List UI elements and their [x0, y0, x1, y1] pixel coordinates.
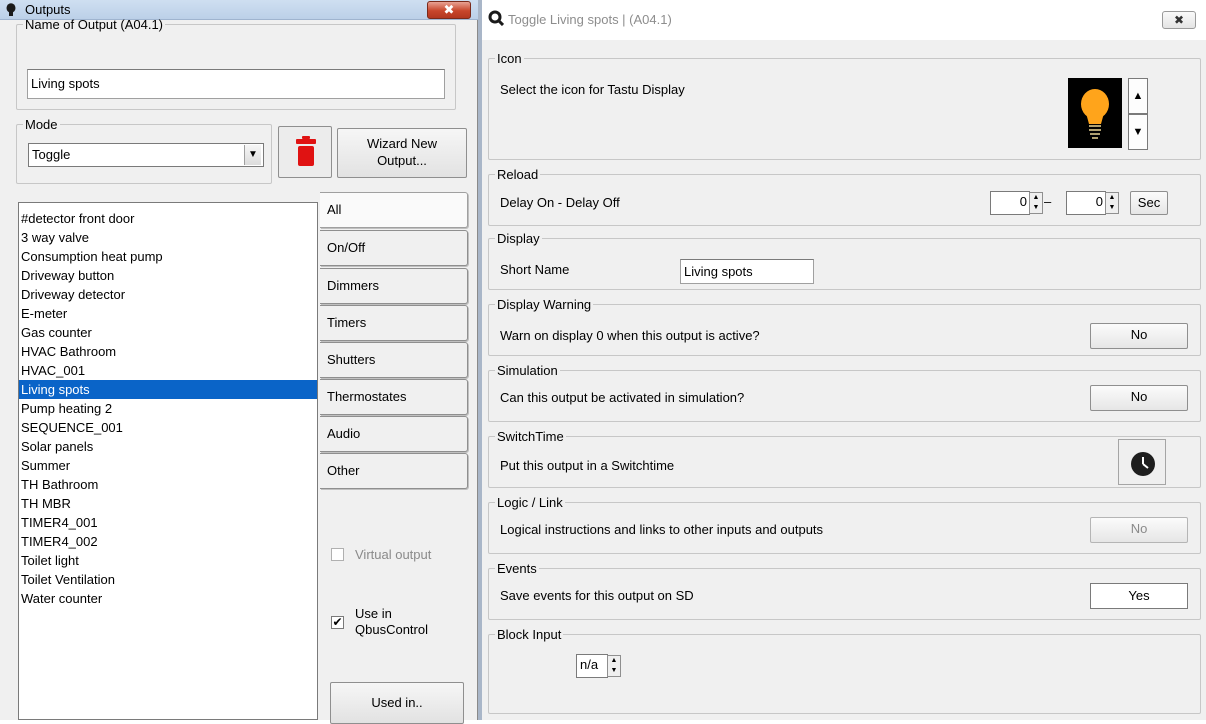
detail-close-button[interactable]: ✖: [1162, 11, 1196, 29]
tab-dimmers[interactable]: Dimmers: [320, 268, 468, 304]
delay-unit-button[interactable]: Sec: [1130, 191, 1168, 215]
list-item[interactable]: TIMER4_002: [19, 532, 317, 551]
chevron-down-icon[interactable]: ▼: [244, 145, 261, 165]
delay-off-input[interactable]: 0: [1066, 191, 1106, 215]
outputs-window: Outputs ✖ Name of Output (A04.1) Living …: [0, 0, 478, 724]
list-item[interactable]: Summer: [19, 456, 317, 475]
tab-audio[interactable]: Audio: [320, 416, 468, 452]
use-in-line2: QbusControl: [355, 622, 428, 637]
use-in-line1: Use in: [355, 606, 392, 621]
simulation-legend: Simulation: [497, 363, 558, 378]
display-warning-legend: Display Warning: [497, 297, 592, 312]
switchtime-description: Put this output in a Switchtime: [500, 458, 675, 473]
tab-other[interactable]: Other: [320, 453, 468, 489]
lightbulb-icon: [6, 3, 16, 20]
list-item[interactable]: SEQUENCE_001: [19, 418, 317, 437]
use-in-qbuscontrol-checkbox[interactable]: ✔: [331, 616, 344, 629]
list-item[interactable]: TIMER4_001: [19, 513, 317, 532]
list-item[interactable]: Driveway button: [19, 266, 317, 285]
list-item[interactable]: E-meter: [19, 304, 317, 323]
list-item[interactable]: Living spots: [19, 380, 317, 399]
trash-icon: [296, 136, 316, 169]
detail-titlebar: Toggle Living spots | (A04.1) ✖: [482, 0, 1206, 40]
virtual-output-label: Virtual output: [355, 547, 432, 562]
list-item[interactable]: Pump heating 2: [19, 399, 317, 418]
list-item[interactable]: Solar panels: [19, 437, 317, 456]
reload-description: Delay On - Delay Off: [500, 195, 620, 210]
delay-on-spinner[interactable]: ▲ ▼: [1029, 192, 1043, 214]
list-item[interactable]: 3 way valve: [19, 228, 317, 247]
list-item[interactable]: Toilet light: [19, 551, 317, 570]
switchtime-legend: SwitchTime: [497, 429, 564, 444]
list-item[interactable]: Driveway detector: [19, 285, 317, 304]
mode-select[interactable]: Toggle ▼: [28, 143, 264, 167]
outputs-list[interactable]: #detector front door 3 way valve Consumpti…: [18, 202, 318, 720]
wizard-label-line2: Output...: [377, 153, 427, 168]
use-in-qbuscontrol-label: Use in QbusControl: [355, 606, 428, 638]
list-item[interactable]: Consumption heat pump: [19, 247, 317, 266]
output-detail-window: Toggle Living spots | (A04.1) ✖ Icon Sel…: [478, 0, 1206, 720]
tab-all[interactable]: All: [320, 192, 468, 228]
list-item[interactable]: #detector front door: [19, 209, 317, 228]
list-item[interactable]: Water counter: [19, 589, 317, 608]
display-section: Display: [488, 232, 1201, 290]
logic-link-button[interactable]: No: [1090, 517, 1188, 543]
used-in-button[interactable]: Used in..: [330, 682, 464, 724]
tab-on-off[interactable]: On/Off: [320, 230, 468, 266]
icon-description: Select the icon for Tastu Display: [500, 82, 685, 97]
tab-timers[interactable]: Timers: [320, 305, 468, 341]
lightbulb-icon[interactable]: [1068, 78, 1122, 148]
close-icon: ✖: [1173, 13, 1185, 27]
events-description: Save events for this output on SD: [500, 588, 694, 603]
delay-separator: –: [1044, 194, 1052, 209]
logic-link-description: Logical instructions and links to other …: [500, 522, 824, 537]
short-name-label: Short Name: [500, 262, 570, 277]
wizard-new-output-button[interactable]: Wizard New Output...: [337, 128, 467, 178]
mode-selected-value: Toggle: [32, 147, 71, 162]
display-legend: Display: [497, 231, 540, 246]
logic-link-legend: Logic / Link: [497, 495, 563, 510]
detail-title: Toggle Living spots | (A04.1): [508, 12, 672, 27]
block-input-field[interactable]: n/a: [576, 654, 608, 678]
delay-off-spinner[interactable]: ▲ ▼: [1105, 192, 1119, 214]
icon-previous-button[interactable]: ▲: [1128, 78, 1148, 114]
delay-on-input[interactable]: 0: [990, 191, 1030, 215]
display-warning-toggle[interactable]: No: [1090, 323, 1188, 349]
tab-thermostates[interactable]: Thermostates: [320, 379, 468, 415]
close-icon: ✖: [443, 2, 455, 17]
tab-shutters[interactable]: Shutters: [320, 342, 468, 378]
icon-section-legend: Icon: [497, 51, 522, 66]
list-item[interactable]: Toilet Ventilation: [19, 570, 317, 589]
list-item[interactable]: TH Bathroom: [19, 475, 317, 494]
close-button[interactable]: ✖: [427, 1, 471, 19]
display-warning-description: Warn on display 0 when this output is ac…: [500, 328, 760, 343]
mode-group-legend: Mode: [25, 117, 58, 132]
search-icon: [488, 10, 505, 29]
block-input-spinner[interactable]: ▲ ▼: [607, 655, 621, 677]
block-input-legend: Block Input: [497, 627, 562, 642]
simulation-description: Can this output be activated in simulati…: [500, 390, 745, 405]
switchtime-button[interactable]: [1118, 439, 1166, 485]
virtual-output-checkbox[interactable]: [331, 548, 344, 561]
list-item[interactable]: TH MBR: [19, 494, 317, 513]
delete-button[interactable]: [278, 126, 332, 178]
name-group-legend: Name of Output (A04.1): [25, 17, 164, 32]
list-item[interactable]: Gas counter: [19, 323, 317, 342]
reload-legend: Reload: [497, 167, 539, 182]
short-name-input[interactable]: Living spots: [680, 259, 814, 284]
list-item[interactable]: HVAC Bathroom: [19, 342, 317, 361]
events-toggle[interactable]: Yes: [1090, 583, 1188, 609]
output-name-input[interactable]: Living spots: [27, 69, 445, 99]
simulation-toggle[interactable]: No: [1090, 385, 1188, 411]
clock-icon: [1130, 451, 1156, 480]
icon-next-button[interactable]: ▼: [1128, 114, 1148, 150]
events-legend: Events: [497, 561, 537, 576]
list-item[interactable]: HVAC_001: [19, 361, 317, 380]
wizard-label-line1: Wizard New: [366, 136, 438, 151]
